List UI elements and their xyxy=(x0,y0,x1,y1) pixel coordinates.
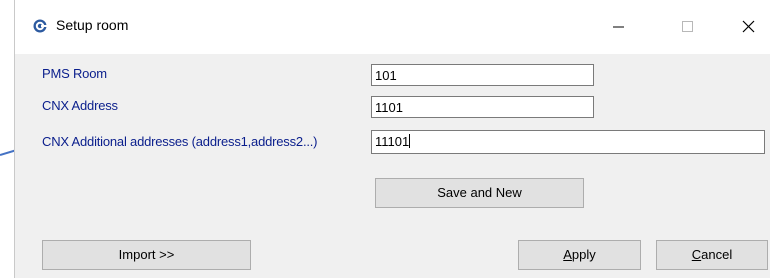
apply-mnemonic: A xyxy=(563,247,572,262)
cancel-button[interactable]: Cancel xyxy=(656,240,768,270)
apply-button[interactable]: Apply xyxy=(518,240,641,270)
import-button[interactable]: Import >> xyxy=(42,240,251,270)
cnx-additional-field[interactable]: 11101 xyxy=(371,130,765,154)
cnx-additional-label: CNX Additional addresses (address1,addre… xyxy=(42,134,318,149)
pms-room-label: PMS Room xyxy=(42,66,107,81)
minimize-button[interactable] xyxy=(595,12,641,42)
pms-room-field[interactable]: 101 xyxy=(371,64,594,86)
cnx-address-value: 1101 xyxy=(375,100,403,115)
close-icon xyxy=(742,20,755,33)
cnx-address-field[interactable]: 1101 xyxy=(371,96,594,118)
save-and-new-button[interactable]: Save and New xyxy=(375,178,584,208)
cancel-label-rest: ancel xyxy=(701,247,733,262)
minimize-icon xyxy=(613,26,624,28)
window-title: Setup room xyxy=(56,17,129,33)
cnx-address-label: CNX Address xyxy=(42,98,118,113)
maximize-button[interactable] xyxy=(664,12,710,42)
pms-room-value: 101 xyxy=(375,68,397,83)
app-gear-icon xyxy=(33,19,47,33)
cnx-additional-value: 11101 xyxy=(375,134,410,149)
cancel-mnemonic: C xyxy=(691,247,702,262)
title-bar: Setup room xyxy=(15,0,770,54)
apply-label-rest: pply xyxy=(571,247,596,262)
close-button[interactable] xyxy=(725,12,771,42)
setup-room-dialog: Setup room PMS Room 101 CNX Address 1101… xyxy=(14,0,770,278)
maximize-icon xyxy=(682,21,693,32)
text-caret xyxy=(409,134,411,148)
